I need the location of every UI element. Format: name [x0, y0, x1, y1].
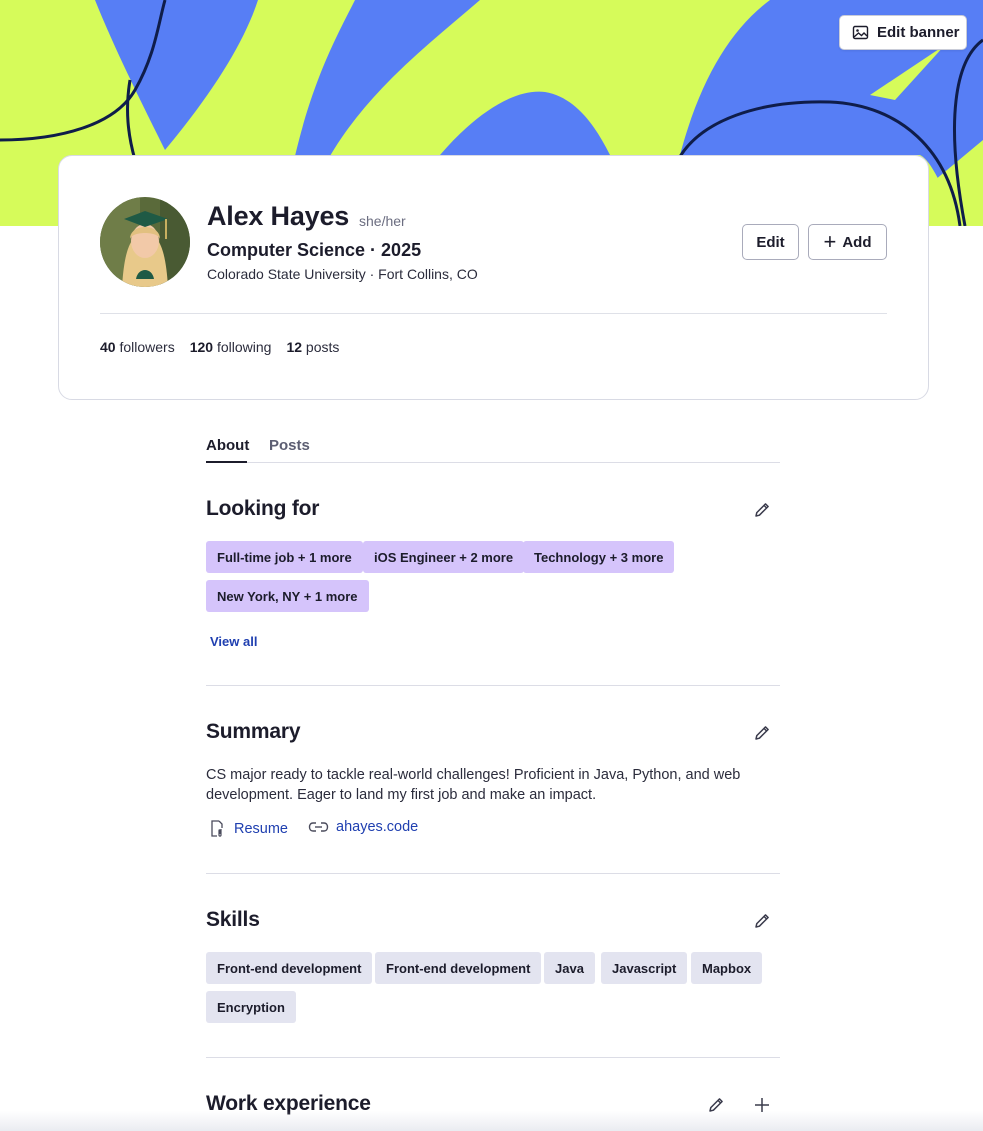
edit-profile-label: Edit: [756, 233, 785, 251]
skill-chip[interactable]: Front-end development: [206, 952, 373, 984]
tab-about[interactable]: About: [206, 437, 249, 463]
looking-for-chip[interactable]: Full-time job + 1 more: [206, 541, 363, 573]
card-divider: [100, 313, 887, 314]
edit-summary-pencil-icon[interactable]: [753, 724, 771, 742]
website-link[interactable]: ahayes.code: [308, 819, 418, 835]
summary-text: CS major ready to tackle real-world chal…: [206, 767, 741, 803]
profile-stats: 40 followers 120 following 12 posts: [100, 339, 354, 355]
edit-profile-button[interactable]: Edit: [742, 224, 799, 260]
edit-banner-button[interactable]: Edit banner: [839, 15, 967, 50]
skill-chip[interactable]: Java: [544, 952, 595, 984]
section-divider: [206, 873, 780, 874]
paperclip-document-icon: [208, 819, 227, 838]
skill-chip[interactable]: Encryption: [206, 991, 296, 1023]
resume-link[interactable]: Resume: [208, 819, 288, 838]
link-icon: [308, 820, 329, 834]
avatar[interactable]: [100, 197, 190, 287]
looking-for-chip[interactable]: iOS Engineer + 2 more: [363, 541, 525, 573]
section-divider: [206, 1057, 780, 1058]
summary-title: Summary: [206, 720, 301, 743]
stat-posts[interactable]: 12 posts: [286, 339, 339, 355]
website-label: ahayes.code: [336, 819, 419, 835]
profile-pronouns: she/her: [359, 213, 406, 229]
add-profile-section-button[interactable]: + Add: [808, 224, 887, 260]
skills-title: Skills: [206, 908, 260, 931]
skill-chip[interactable]: Mapbox: [691, 952, 763, 984]
plus-icon: +: [823, 229, 837, 254]
profile-name: Alex Hayes: [207, 201, 350, 231]
stat-label: followers: [119, 339, 175, 355]
looking-for-chip[interactable]: New York, NY + 1 more: [206, 580, 369, 612]
profile-card: Alex Hayes she/her Computer Science · 20…: [58, 155, 929, 400]
tab-posts[interactable]: Posts: [269, 437, 310, 463]
add-label: Add: [842, 233, 872, 251]
stat-count: 40: [100, 339, 116, 355]
stat-label: posts: [305, 339, 340, 355]
profile-tabs: About Posts: [206, 437, 780, 463]
stat-count: 12: [286, 339, 303, 355]
looking-for-title: Looking for: [206, 497, 320, 520]
scroll-fade: [0, 1111, 983, 1131]
looking-for-chip[interactable]: Technology + 3 more: [523, 541, 675, 573]
section-divider: [206, 685, 780, 686]
stat-label: following: [216, 339, 272, 355]
skill-chip[interactable]: Front-end development: [375, 952, 542, 984]
profile-location: Colorado State University · Fort Collins…: [207, 266, 478, 282]
skill-chip[interactable]: Javascript: [601, 952, 688, 984]
profile-headline: Computer Science · 2025: [207, 240, 422, 260]
resume-label: Resume: [234, 820, 288, 837]
edit-banner-label: Edit banner: [877, 24, 960, 41]
stat-following[interactable]: 120 following: [190, 339, 272, 355]
image-icon: [852, 24, 869, 41]
stat-count: 120: [189, 339, 214, 355]
edit-skills-pencil-icon[interactable]: [753, 912, 771, 930]
stat-followers[interactable]: 40 followers: [100, 339, 175, 355]
view-all-link[interactable]: View all: [210, 634, 257, 649]
edit-looking-for-pencil-icon[interactable]: [753, 501, 771, 519]
